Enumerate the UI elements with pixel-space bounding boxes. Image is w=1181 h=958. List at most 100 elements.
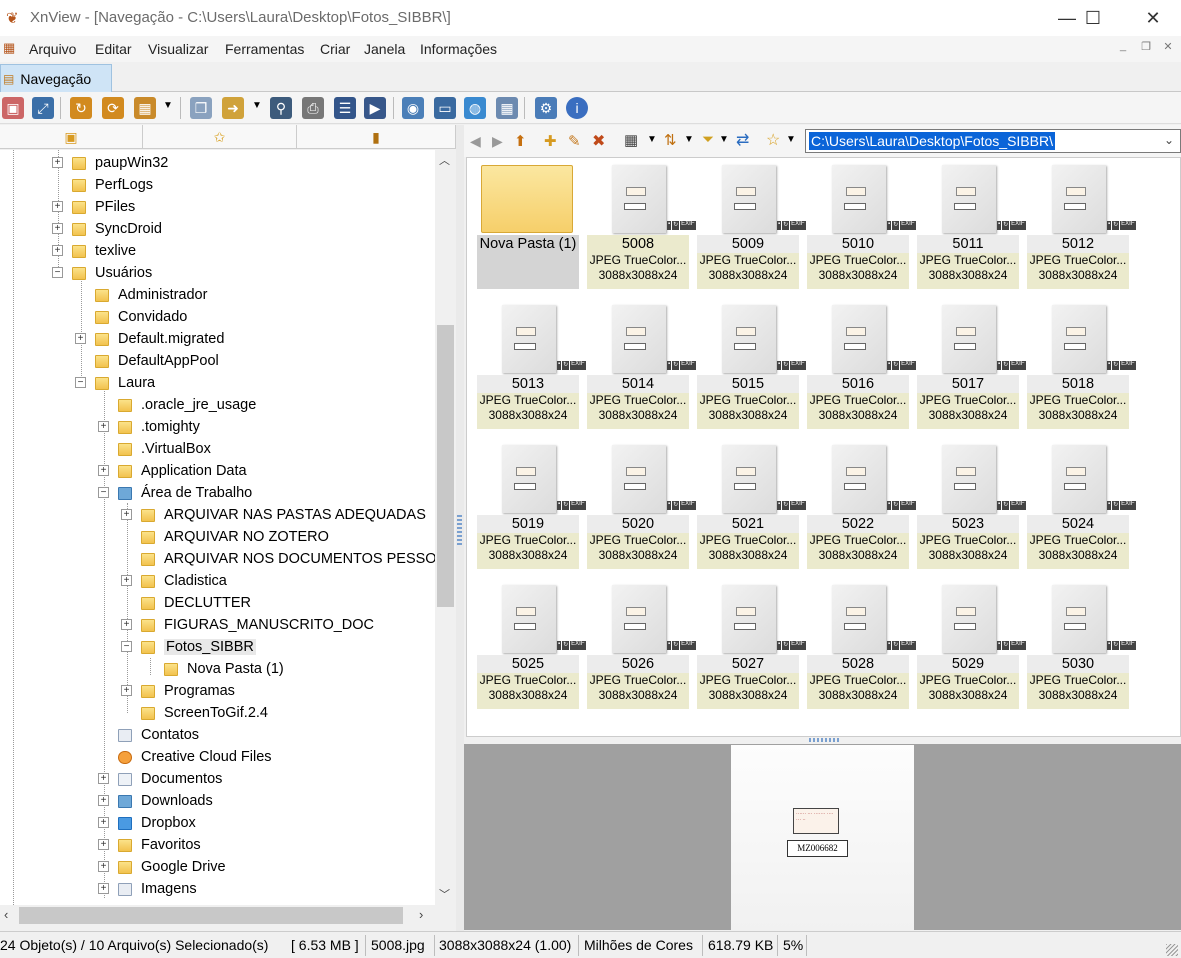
image-thumbnail[interactable]: ▪ ↻ EXIF 5028 JPEG TrueColor... 3088x3088x24	[807, 579, 916, 711]
mdi-restore-button[interactable]: ❐	[1136, 40, 1156, 58]
tree-horizontal-scrollbar[interactable]: ‹ ›	[0, 905, 435, 926]
tree-item-selected[interactable]: − Fotos_SIBBR	[121, 636, 256, 658]
scroll-thumb[interactable]	[437, 325, 454, 607]
expand-icon[interactable]: +	[121, 509, 132, 520]
tree-item[interactable]: .oracle_jre_usage	[98, 394, 256, 416]
menu-arquivo[interactable]: Arquivo	[29, 41, 76, 57]
tree-item[interactable]: − Laura	[75, 372, 155, 394]
tree-item[interactable]: + .tomighty	[98, 416, 200, 438]
chevron-down-icon[interactable]: ▼	[647, 134, 657, 145]
expand-icon[interactable]: +	[98, 465, 109, 476]
rename-icon[interactable]: ✎	[568, 132, 581, 150]
image-thumbnail[interactable]: ▪ ↻ EXIF 5010 JPEG TrueColor... 3088x3088x24	[807, 159, 916, 291]
tree-item[interactable]: + Imagens	[98, 878, 197, 900]
tree-item[interactable]: + Dropbox	[98, 812, 196, 834]
tree-item[interactable]: + Downloads	[98, 790, 213, 812]
scroll-thumb[interactable]	[19, 907, 403, 924]
tree-item[interactable]: + FIGURAS_MANUSCRITO_DOC	[121, 614, 374, 636]
maximize-button[interactable]: ☐	[1070, 0, 1116, 36]
expand-icon[interactable]: +	[75, 333, 86, 344]
splitter-grip-icon[interactable]	[809, 738, 839, 742]
image-thumbnail[interactable]: ▪ ↻ EXIF 5019 JPEG TrueColor... 3088x3088x24	[477, 439, 586, 571]
pane-splitter[interactable]	[456, 125, 464, 931]
image-thumbnail[interactable]: ▪ ↻ EXIF 5029 JPEG TrueColor... 3088x3088x24	[917, 579, 1026, 711]
image-thumbnail[interactable]: ▪ ↻ EXIF 5014 JPEG TrueColor... 3088x3088x24	[587, 299, 696, 431]
browse-folder-icon[interactable]: ▦	[134, 97, 156, 119]
tree-item[interactable]: + Application Data	[98, 460, 247, 482]
image-thumbnail[interactable]: ▪ ↻ EXIF 5022 JPEG TrueColor... 3088x3088x24	[807, 439, 916, 571]
image-thumbnail[interactable]: ▪ ↻ EXIF 5024 JPEG TrueColor... 3088x3088x24	[1027, 439, 1136, 571]
scanner-icon[interactable]: ☰	[334, 97, 356, 119]
image-thumbnail[interactable]: ▪ ↻ EXIF 5026 JPEG TrueColor... 3088x3088x24	[587, 579, 696, 711]
capture-icon[interactable]: ◉	[402, 97, 424, 119]
resize-grip-icon[interactable]	[1166, 944, 1178, 956]
image-thumbnail[interactable]: ▪ ↻ EXIF 5016 JPEG TrueColor... 3088x3088x24	[807, 299, 916, 431]
wallpaper-icon[interactable]: ▭	[434, 97, 456, 119]
chevron-down-icon[interactable]: ▼	[684, 134, 694, 145]
close-button[interactable]: ✕	[1130, 0, 1176, 36]
gear-icon[interactable]: ⚙	[535, 97, 557, 119]
tree-item[interactable]: ScreenToGif.2.4	[121, 702, 268, 724]
tree-item[interactable]: Administrador	[75, 284, 207, 306]
image-thumbnail[interactable]: ▪ ↻ EXIF 5030 JPEG TrueColor... 3088x3088x24	[1027, 579, 1136, 711]
tree-item[interactable]: Creative Cloud Files	[98, 746, 272, 768]
new-folder-icon[interactable]: ✚	[544, 132, 557, 150]
image-thumbnail[interactable]: ▪ ↻ EXIF 5008 JPEG TrueColor... 3088x3088x24	[587, 159, 696, 291]
fit-window-icon[interactable]: ⤢	[32, 97, 54, 119]
splitter-grip-icon[interactable]	[457, 515, 462, 545]
chevron-down-icon[interactable]: ▼	[252, 100, 262, 111]
scroll-up-icon[interactable]: ︿	[439, 152, 450, 168]
tree-item[interactable]: + ARQUIVAR NAS PASTAS ADEQUADAS	[121, 504, 426, 526]
forward-icon[interactable]: ▶	[492, 133, 503, 150]
menu-criar[interactable]: Criar	[320, 41, 350, 57]
expand-icon[interactable]: +	[98, 795, 109, 806]
fullscreen-icon[interactable]: ▣	[2, 97, 24, 119]
menu-ferramentas[interactable]: Ferramentas	[225, 41, 304, 57]
tree-item[interactable]: + Google Drive	[98, 856, 226, 878]
sync-icon[interactable]: ⇄	[736, 130, 749, 150]
image-thumbnail[interactable]: ▪ ↻ EXIF 5017 JPEG TrueColor... 3088x3088x24	[917, 299, 1026, 431]
binoculars-icon[interactable]: ⚲	[270, 97, 292, 119]
image-thumbnail[interactable]: ▪ ↻ EXIF 5020 JPEG TrueColor... 3088x3088x24	[587, 439, 696, 571]
move-icon[interactable]: ➜	[222, 97, 244, 119]
image-thumbnail[interactable]: ▪ ↻ EXIF 5015 JPEG TrueColor... 3088x3088x24	[697, 299, 806, 431]
image-thumbnail[interactable]: ▪ ↻ EXIF 5011 JPEG TrueColor... 3088x3088x24	[917, 159, 1026, 291]
favorites-tab-icon[interactable]: ✩	[143, 125, 297, 149]
tab-navegacao[interactable]: ▤ Navegação	[0, 64, 112, 92]
filter-icon[interactable]: ⏷	[702, 131, 714, 148]
categories-tab-icon[interactable]: ▮	[297, 125, 456, 149]
tree-item[interactable]: DefaultAppPool	[75, 350, 219, 372]
chevron-down-icon[interactable]: ⌄	[1164, 133, 1174, 147]
collapse-icon[interactable]: −	[75, 377, 86, 388]
menu-editar[interactable]: Editar	[95, 41, 132, 57]
tree-item[interactable]: Convidado	[75, 306, 187, 328]
up-folder-icon[interactable]: ⬆	[514, 132, 527, 150]
menu-janela[interactable]: Janela	[364, 41, 405, 57]
scroll-right-icon[interactable]: ›	[419, 907, 423, 922]
expand-icon[interactable]: +	[52, 157, 63, 168]
slideshow-icon[interactable]: ▶	[364, 97, 386, 119]
expand-icon[interactable]: +	[98, 421, 109, 432]
tree-item[interactable]: Contatos	[98, 724, 199, 746]
tree-item[interactable]: + Default.migrated	[75, 328, 224, 350]
expand-icon[interactable]: +	[52, 201, 63, 212]
chevron-down-icon[interactable]: ▼	[163, 100, 173, 111]
tree-item[interactable]: + texlive	[52, 240, 136, 262]
chevron-down-icon[interactable]: ▼	[786, 134, 796, 145]
tree-item[interactable]: − Usuários	[52, 262, 152, 284]
collapse-icon[interactable]: −	[52, 267, 63, 278]
tree-item[interactable]: + Programas	[121, 680, 235, 702]
tree-item[interactable]: Nova Pasta (1)	[144, 658, 284, 680]
star-icon[interactable]: ☆	[766, 130, 780, 150]
expand-icon[interactable]: +	[98, 861, 109, 872]
tree-item[interactable]: + SyncDroid	[52, 218, 162, 240]
menu-visualizar[interactable]: Visualizar	[148, 41, 208, 57]
tree-item[interactable]: PerfLogs	[52, 174, 153, 196]
sort-icon[interactable]: ⇅	[664, 131, 677, 149]
expand-icon[interactable]: +	[98, 817, 109, 828]
expand-icon[interactable]: +	[98, 773, 109, 784]
image-thumbnail[interactable]: ▪ ↻ EXIF 5027 JPEG TrueColor... 3088x3088x24	[697, 579, 806, 711]
mdi-close-button[interactable]: ✕	[1158, 40, 1178, 58]
image-thumbnail[interactable]: ▪ ↻ EXIF 5023 JPEG TrueColor... 3088x3088x24	[917, 439, 1026, 571]
tree-item[interactable]: + Favoritos	[98, 834, 201, 856]
